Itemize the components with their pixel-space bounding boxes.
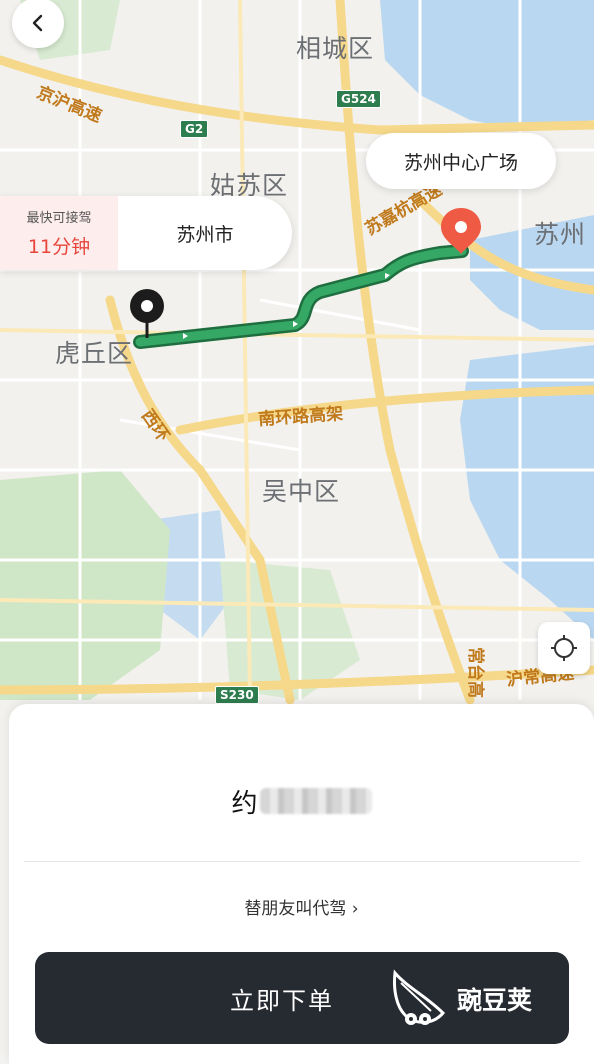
divider <box>24 861 580 862</box>
eta-label: 最快可接驾 <box>26 211 92 226</box>
price-row: 约 <box>9 779 594 823</box>
start-city: 苏州市 <box>176 223 234 246</box>
district-label: 苏州 <box>534 220 587 249</box>
place-order-button[interactable]: 立即下单 豌豆荚 <box>35 952 569 1044</box>
wandoujia-logo-icon <box>393 969 446 1025</box>
watermark: 豌豆荚 <box>387 960 577 1038</box>
highway-shield: G2 <box>180 120 209 138</box>
order-sheet: 约 替朋友叫代驾 › 立即下单 豌豆荚 <box>9 704 594 1064</box>
district-label: 相城区 <box>296 34 375 63</box>
back-button[interactable] <box>12 0 64 48</box>
highway-shield: G524 <box>336 90 381 108</box>
district-label: 吴中区 <box>262 477 341 506</box>
destination-bubble[interactable]: 苏州中心广场 <box>366 133 556 189</box>
chevron-left-icon <box>32 14 43 32</box>
blurred-price <box>259 788 372 814</box>
locate-target-icon <box>551 635 577 661</box>
road-label: 常台高 <box>465 647 485 698</box>
district-label: 虎丘区 <box>55 339 134 368</box>
price-prefix: 约 <box>231 788 258 819</box>
place-order-label: 立即下单 <box>230 986 334 1015</box>
eta-box: 最快可接驾 11分钟 <box>0 196 118 270</box>
start-location-bubble[interactable]: 最快可接驾 11分钟 苏州市 <box>0 196 292 270</box>
locate-button[interactable] <box>538 622 590 674</box>
destination-label: 苏州中心广场 <box>403 151 518 174</box>
call-for-friend-link[interactable]: 替朋友叫代驾 › <box>9 894 594 919</box>
eta-value: 11分钟 <box>27 236 91 258</box>
watermark-text: 豌豆荚 <box>457 986 533 1015</box>
highway-shield: S230 <box>215 686 259 704</box>
